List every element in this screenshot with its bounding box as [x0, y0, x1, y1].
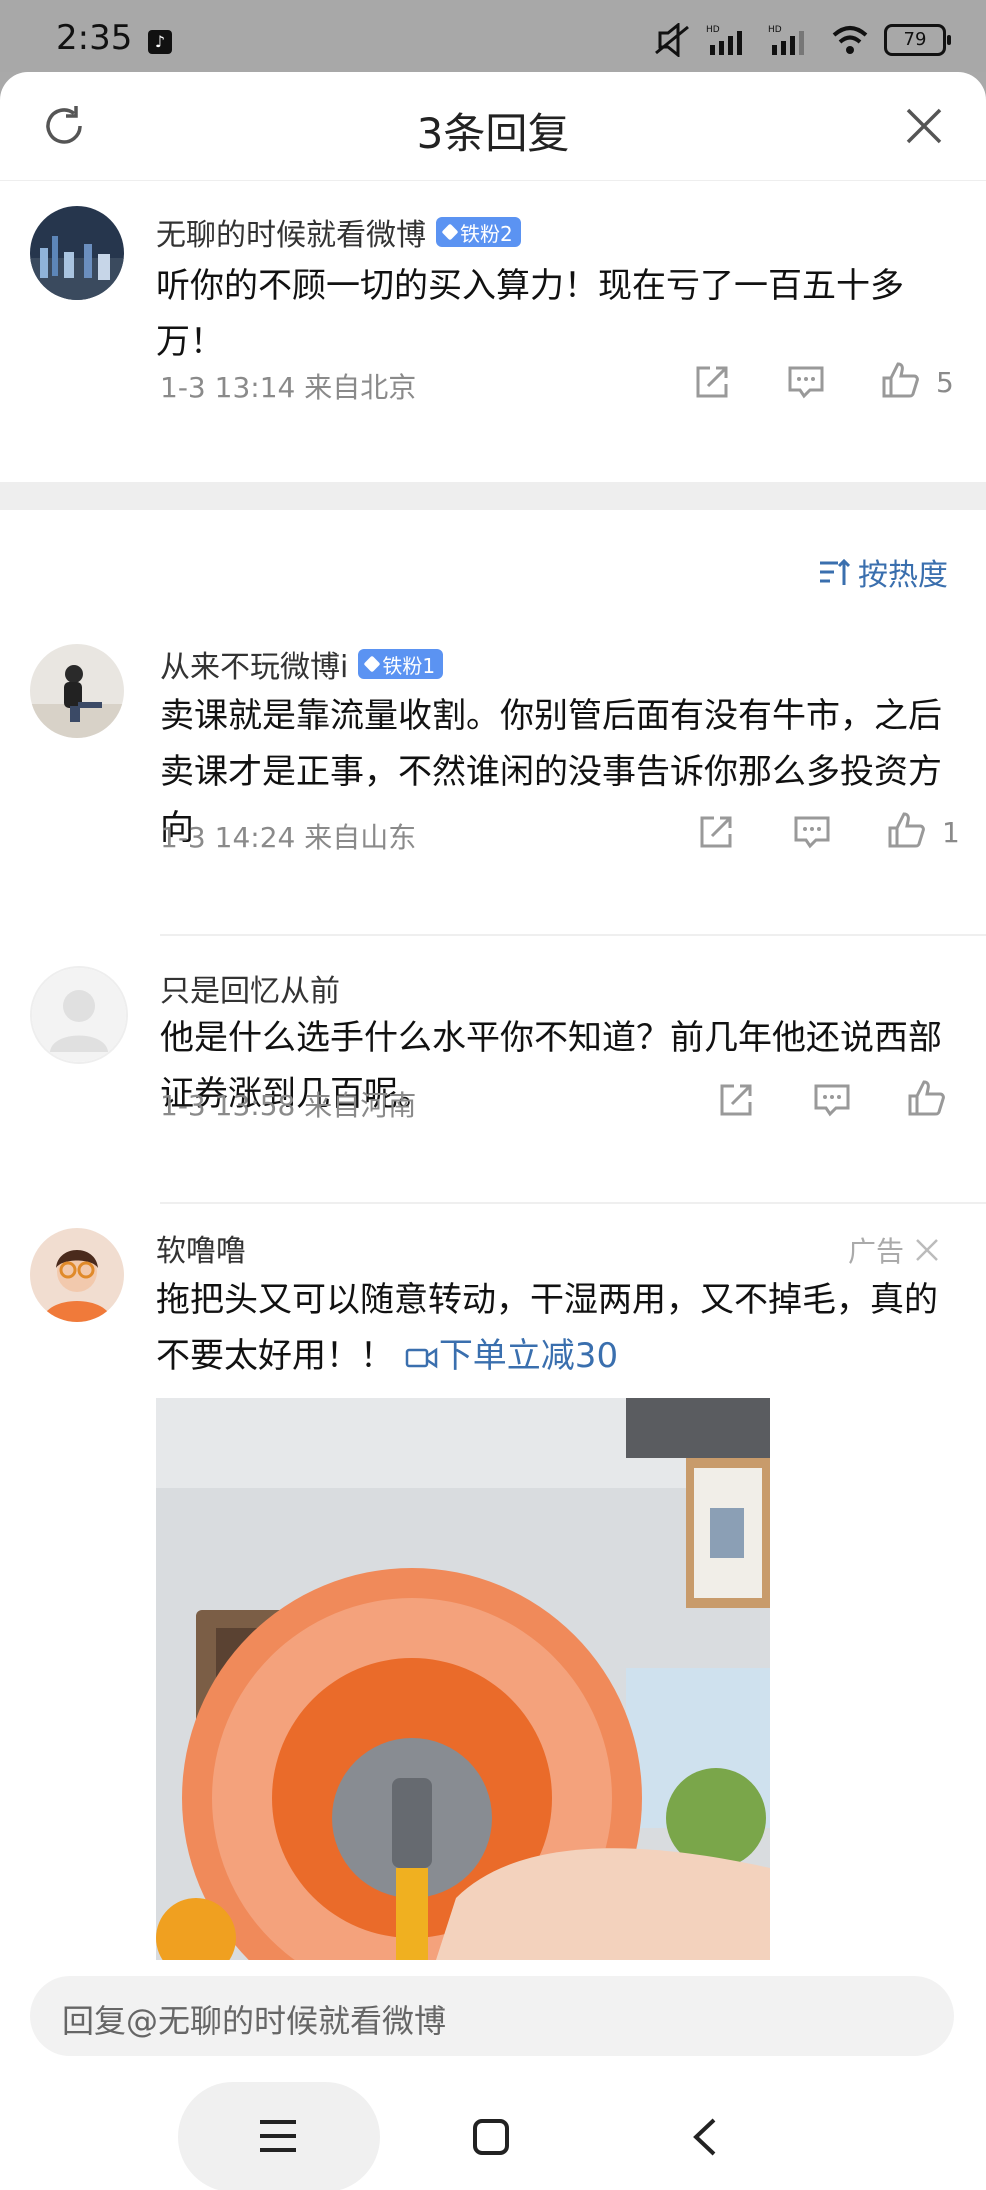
comment-text: 听你的不顾一切的买入算力！现在亏了一百五十多万！ — [156, 266, 904, 362]
signal-icon: HD — [706, 25, 742, 55]
fan-badge: 铁粉2 — [436, 217, 521, 247]
like-icon[interactable] — [886, 810, 926, 850]
ad-image[interactable] — [156, 1398, 770, 1960]
comment-username[interactable]: 从来不玩微博i 铁粉1 — [160, 642, 444, 686]
like-count: 1 — [942, 816, 960, 849]
reply-input[interactable]: 回复@无聊的时候就看微博 — [30, 1976, 954, 2056]
like-count: 5 — [936, 366, 954, 399]
reply-placeholder: 回复@无聊的时候就看微博 — [62, 2002, 447, 2040]
sheet-header: 3条回复 — [0, 72, 986, 181]
share-icon[interactable] — [696, 812, 736, 852]
sheet-title: 3条回复 — [416, 109, 570, 158]
comment-meta: 1-3 13:58 来自河南 — [160, 1089, 417, 1122]
ad-text: 拖把头又可以随意转动，干湿两用，又不掉毛，真的不要太好用！！ 下单立减30 — [156, 1280, 938, 1376]
sort-icon — [820, 558, 850, 585]
avatar[interactable] — [30, 644, 124, 738]
menu-button[interactable] — [178, 2082, 380, 2190]
like-icon[interactable] — [880, 360, 920, 400]
status-bar: 2:35 ♪ HD HD 79 — [0, 0, 986, 72]
close-icon[interactable] — [914, 1237, 940, 1263]
section-divider — [0, 482, 986, 510]
comment-meta: 1-3 13:14 来自北京 — [160, 371, 417, 404]
comment-icon[interactable] — [792, 812, 832, 852]
replies-sheet: 3条回复 无聊的时候就看微博 铁粉2 听你的不顾一切的买入算力！现在亏了一百五十… — [0, 72, 986, 2190]
comment-username[interactable]: 只是回忆从前 — [160, 966, 340, 1010]
home-icon[interactable] — [472, 2118, 510, 2156]
back-icon[interactable] — [690, 2116, 720, 2158]
avatar[interactable] — [30, 1228, 124, 1322]
menu-icon — [260, 2120, 296, 2152]
status-time: 2:35 — [56, 18, 133, 58]
row-divider — [160, 1202, 986, 1204]
ad-username[interactable]: 软噜噜 — [156, 1226, 246, 1270]
comment-icon[interactable] — [786, 362, 826, 402]
avatar[interactable] — [30, 206, 124, 300]
svg-text:HD: HD — [706, 25, 720, 35]
comment-meta: 1-3 14:24 来自山东 — [160, 821, 417, 854]
close-icon[interactable] — [902, 104, 946, 148]
tiktok-icon: ♪ — [148, 30, 172, 54]
fan-badge: 铁粉1 — [358, 649, 444, 679]
ad-link[interactable]: 下单立减30 — [405, 1336, 618, 1376]
share-icon[interactable] — [692, 362, 732, 402]
share-icon[interactable] — [716, 1080, 756, 1120]
row-divider — [160, 934, 986, 936]
sort-button[interactable]: 按热度 — [818, 550, 948, 594]
wifi-icon — [832, 26, 868, 54]
ad-label[interactable]: 广告 — [848, 1230, 940, 1270]
like-icon[interactable] — [906, 1078, 946, 1118]
comment-username[interactable]: 无聊的时候就看微博 铁粉2 — [156, 210, 521, 254]
mute-icon — [655, 23, 689, 57]
comment-icon[interactable] — [812, 1080, 852, 1120]
video-icon — [405, 1347, 438, 1368]
status-icons: HD HD 79 — [652, 22, 951, 58]
signal-icon: HD — [768, 25, 804, 55]
battery-indicator: 79 — [884, 24, 951, 56]
avatar[interactable] — [30, 966, 128, 1064]
svg-text:HD: HD — [768, 25, 782, 35]
system-nav-bar — [0, 2066, 986, 2190]
